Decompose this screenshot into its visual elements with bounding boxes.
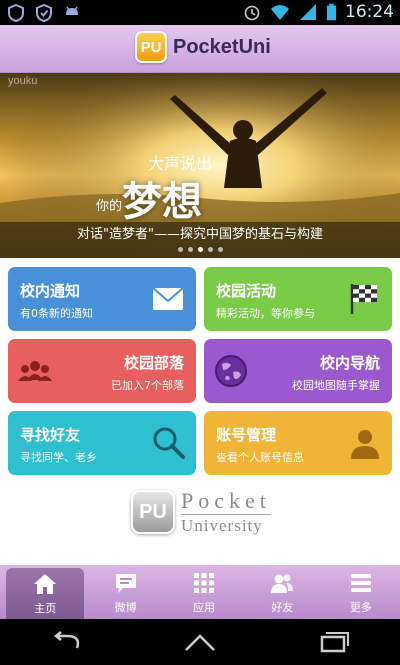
tile-title: 寻找好友 — [20, 426, 81, 444]
app-grid-icon — [194, 572, 215, 593]
tab-label: 主页 — [34, 602, 57, 615]
video-watermark: youku — [8, 75, 38, 87]
menu-icon — [350, 573, 371, 592]
logo-line-2: University — [181, 514, 271, 534]
tile-campus-activity[interactable]: 校园活动 精彩活动，等你参与 — [204, 267, 392, 331]
shield-check-icon — [36, 3, 52, 23]
home-button-icon[interactable] — [180, 630, 220, 654]
tile-subtitle: 查看个人账号信息 — [216, 451, 304, 464]
tab-apps[interactable]: 应用 — [165, 565, 243, 619]
logo-wordmark: Pocket University — [181, 490, 271, 534]
wifi-icon — [271, 5, 289, 20]
page-dot[interactable] — [218, 247, 223, 252]
signal-icon — [300, 4, 316, 20]
tile-find-friends[interactable]: 寻找好友 寻找同学、老乡 — [8, 411, 196, 475]
logo-line-1: Pocket — [181, 488, 271, 513]
page-dot[interactable] — [178, 247, 183, 252]
app-header: PU PocketUni — [0, 25, 400, 73]
user-icon — [351, 430, 379, 459]
clock-time: 16:24 — [345, 2, 394, 22]
banner-headline-big: 梦想 — [122, 179, 202, 225]
tile-title: 账号管理 — [216, 426, 277, 444]
tile-title: 校园部落 — [123, 354, 184, 372]
envelope-icon — [152, 287, 184, 310]
bottom-tab-bar: 主页 微博 应用 好友 更多 — [0, 565, 400, 619]
tile-subtitle: 有0条新的通知 — [20, 307, 93, 320]
page-dot[interactable] — [188, 247, 193, 252]
tile-title: 校内通知 — [20, 282, 81, 300]
tile-account-management[interactable]: 账号管理 查看个人账号信息 — [204, 411, 392, 475]
tile-title: 校内导航 — [319, 354, 380, 372]
tab-friends[interactable]: 好友 — [243, 565, 321, 619]
checkered-flag-icon — [350, 284, 377, 314]
tile-campus-navigation[interactable]: 校内导航 校园地图随手掌握 — [204, 339, 392, 403]
battery-icon — [326, 3, 337, 21]
banner-caption: 对话"造梦者"——探究中国梦的基石与构建 — [77, 227, 323, 242]
globe-icon — [215, 355, 247, 387]
pu-logo-icon: PU — [135, 31, 167, 63]
tab-label: 更多 — [349, 600, 372, 614]
friends-icon — [271, 574, 294, 593]
system-nav-bar — [0, 619, 400, 665]
tab-more[interactable]: 更多 — [322, 565, 400, 619]
tab-label: 微博 — [114, 600, 137, 614]
tile-title: 校园活动 — [216, 282, 277, 300]
tile-subtitle: 精彩活动，等你参与 — [216, 307, 315, 320]
android-icon — [66, 6, 78, 15]
banner-headline-mid: 你的 — [96, 199, 123, 214]
promo-banner[interactable]: youku 大声说出 你的 梦想 对话"造梦者"——探究中国梦的基石与构建 — [0, 73, 400, 258]
tile-campus-notice[interactable]: 校内通知 有0条新的通知 — [8, 267, 196, 331]
tile-subtitle: 校园地图随手掌握 — [292, 379, 380, 392]
status-bar: 16:24 — [0, 0, 400, 25]
pu-logo-icon: PU — [131, 490, 175, 534]
app-title: PocketUni — [173, 35, 271, 58]
tile-subtitle: 已加入7个部落 — [111, 379, 184, 392]
tab-label: 好友 — [271, 600, 294, 614]
pocket-university-logo: PU Pocket University — [131, 490, 271, 534]
alarm-icon — [244, 5, 260, 21]
shield-icon — [8, 3, 24, 23]
tile-subtitle: 寻找同学、老乡 — [20, 451, 97, 464]
home-icon — [34, 574, 57, 594]
tab-weibo[interactable]: 微博 — [86, 565, 164, 619]
group-icon — [18, 361, 52, 381]
chat-bubble-icon — [115, 573, 136, 593]
banner-page-indicator — [178, 247, 223, 252]
main-content: 校内通知 有0条新的通知 校园活动 精彩活动，等你参与 校园部落 已加入7个部落… — [0, 258, 400, 565]
tile-campus-tribe[interactable]: 校园部落 已加入7个部落 — [8, 339, 196, 403]
magnifier-icon — [153, 427, 185, 459]
app-logo: PU PocketUni — [135, 31, 271, 63]
back-icon[interactable] — [47, 630, 87, 654]
recent-apps-icon[interactable] — [313, 630, 353, 654]
tab-label: 应用 — [193, 600, 216, 614]
tab-home[interactable]: 主页 — [6, 568, 85, 619]
page-dot[interactable] — [208, 247, 213, 252]
page-dot-active[interactable] — [198, 247, 203, 252]
